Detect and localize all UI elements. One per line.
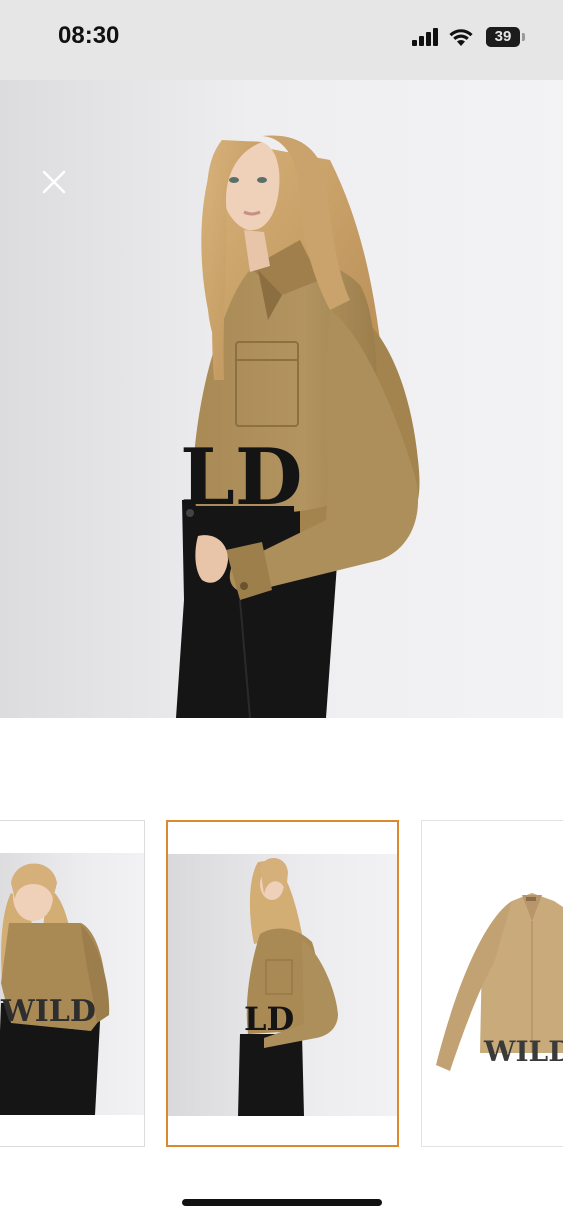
- thumbnail-1[interactable]: WILD: [0, 820, 145, 1147]
- battery-tip: [522, 33, 525, 41]
- signal-icon: [412, 28, 438, 46]
- model-side-view-photo: LD: [176, 135, 420, 718]
- home-indicator[interactable]: [182, 1199, 382, 1206]
- thumbnail-2-photo: LD: [168, 854, 397, 1116]
- close-icon[interactable]: [38, 166, 70, 198]
- thumbnail-3-photo: WILD: [422, 853, 563, 1115]
- battery-icon: 39: [486, 27, 520, 47]
- thumbnail-2-print-text: LD: [244, 1000, 294, 1038]
- thumbnail-1-print-text: WILD: [0, 994, 96, 1029]
- thumbnail-3[interactable]: WILD: [421, 820, 563, 1147]
- hero-print-letters: LD: [180, 432, 302, 523]
- thumbnail-3-print-text: WILD: [483, 1035, 563, 1068]
- status-bar: 08:30 39: [0, 0, 563, 80]
- status-time: 08:30: [58, 22, 120, 49]
- wifi-icon: [449, 29, 473, 46]
- thumbnail-2-selected[interactable]: LD: [166, 820, 399, 1147]
- hero-product-image[interactable]: LD: [0, 80, 563, 718]
- thumbnail-1-photo: WILD: [0, 853, 144, 1115]
- battery-percent: 39: [494, 28, 512, 45]
